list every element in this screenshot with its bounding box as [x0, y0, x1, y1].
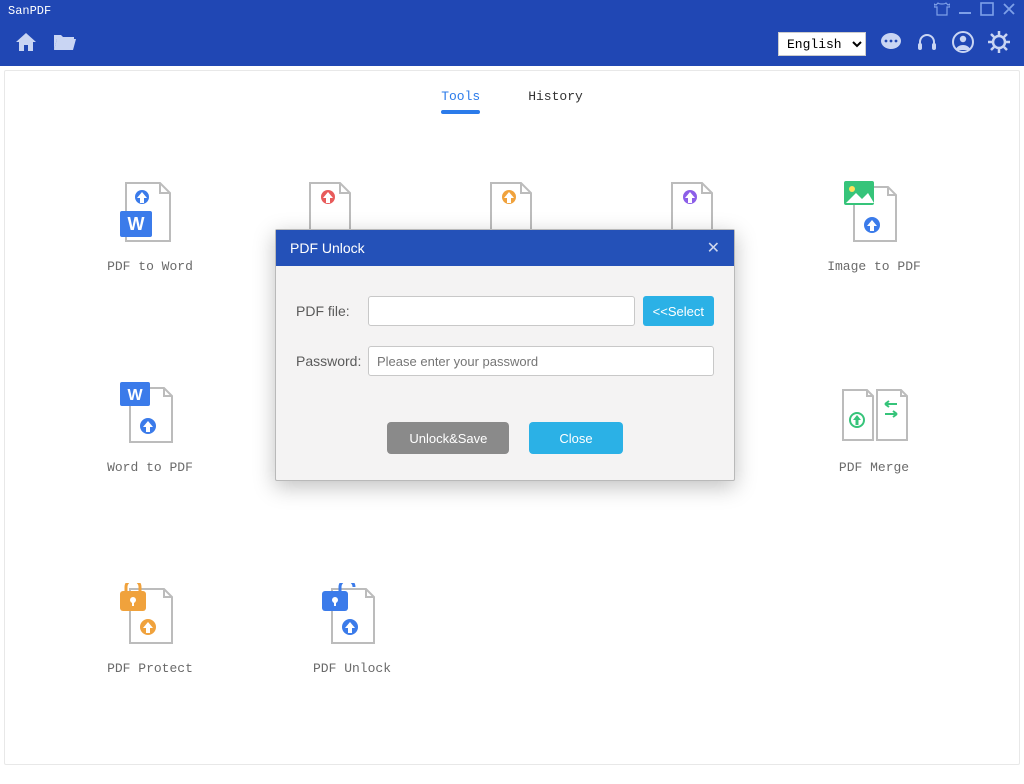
- app-window: SanPDF English: [0, 0, 1024, 769]
- user-icon[interactable]: [952, 31, 974, 58]
- dialog-title: PDF Unlock: [290, 240, 707, 256]
- tshirt-icon[interactable]: [934, 2, 950, 20]
- titlebar: SanPDF: [0, 0, 1024, 22]
- dialog-titlebar: PDF Unlock ✕: [276, 230, 734, 266]
- headphones-icon[interactable]: [916, 32, 938, 57]
- password-input[interactable]: [368, 346, 714, 376]
- select-file-button[interactable]: <<Select: [643, 296, 714, 326]
- folder-open-icon[interactable]: [52, 32, 78, 57]
- unlock-save-button[interactable]: Unlock&Save: [387, 422, 509, 454]
- home-icon[interactable]: [14, 31, 38, 58]
- app-title: SanPDF: [8, 4, 934, 18]
- pdf-unlock-dialog: PDF Unlock ✕ PDF file: <<Select Password…: [275, 229, 735, 481]
- toolbar: English: [0, 22, 1024, 66]
- close-button[interactable]: Close: [529, 422, 622, 454]
- language-select[interactable]: English: [778, 32, 866, 56]
- dialog-close-icon[interactable]: ✕: [707, 238, 720, 258]
- titlebar-controls: [934, 2, 1016, 20]
- pdf-file-input[interactable]: [368, 296, 635, 326]
- close-icon[interactable]: [1002, 2, 1016, 20]
- maximize-icon[interactable]: [980, 2, 994, 20]
- chat-bubble-icon[interactable]: [880, 32, 902, 57]
- dialog-overlay: PDF Unlock ✕ PDF file: <<Select Password…: [5, 71, 1019, 764]
- main-area: Tools History W PDF to Word: [4, 70, 1020, 765]
- minimize-icon[interactable]: [958, 2, 972, 20]
- gear-icon[interactable]: [988, 31, 1010, 58]
- pdf-file-label: PDF file:: [296, 303, 368, 319]
- password-label: Password:: [296, 353, 368, 369]
